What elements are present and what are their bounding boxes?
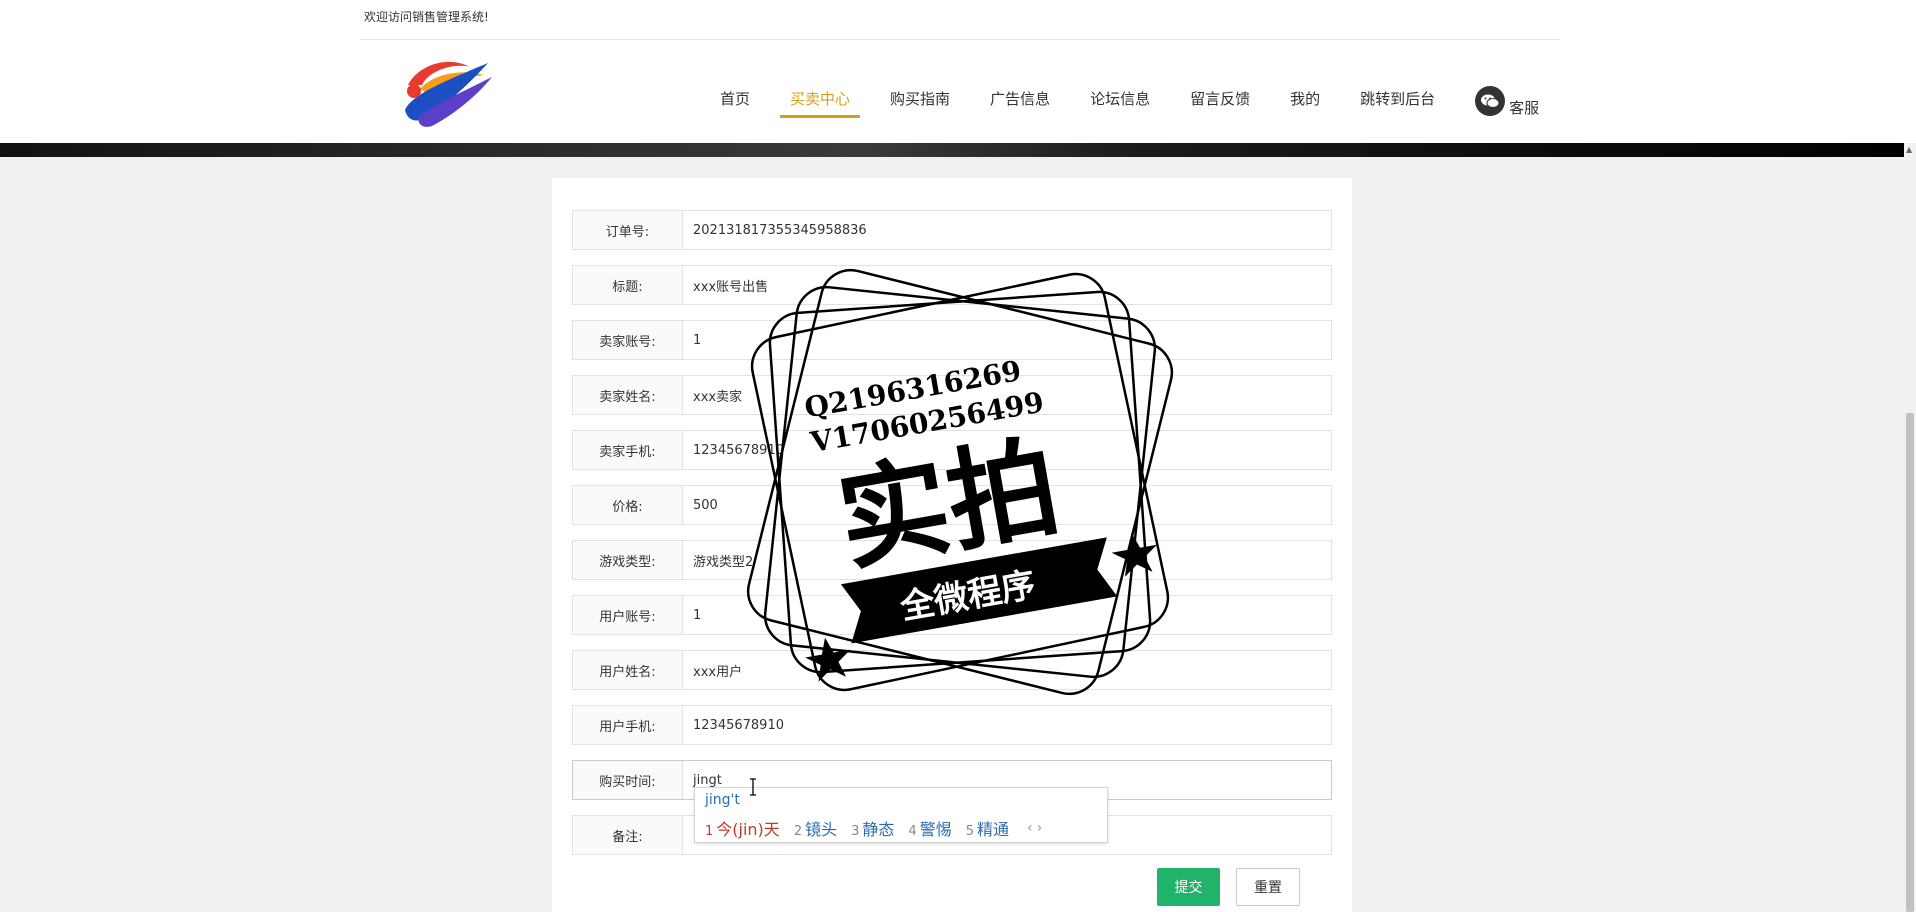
ime-candidate-3[interactable]: 3 静态 — [851, 816, 894, 840]
ime-candidate-4[interactable]: 4 警惕 — [908, 816, 951, 840]
order-no-input[interactable]: 202131817355345958836 — [683, 211, 1331, 249]
nav-trade-center[interactable]: 买卖中心 — [770, 88, 870, 118]
scroll-up-icon[interactable]: ▲ — [1906, 145, 1912, 154]
nav-purchase-guide[interactable]: 购买指南 — [870, 88, 970, 118]
seller-name-input[interactable]: xxx卖家 — [683, 376, 1331, 414]
field-seller-name: 卖家姓名: xxx卖家 — [572, 375, 1332, 415]
field-title: 标题: xxx账号出售 — [572, 265, 1332, 305]
field-label: 用户手机: — [573, 706, 683, 744]
field-order-no: 订单号: 202131817355345958836 — [572, 210, 1332, 250]
banner-strip — [0, 143, 1916, 157]
field-label: 用户姓名: — [573, 651, 683, 689]
ime-candidate-list: 1 今(jin)天 2 镜头 3 静态 4 警惕 5 精通 ‹ › — [705, 816, 1042, 840]
top-header: 欢迎访问销售管理系统! 首页 买卖中心 购买指南 广告信息 论坛信息 留言反馈 … — [0, 0, 1916, 143]
seller-account-input[interactable]: 1 — [683, 321, 1331, 359]
reset-button[interactable]: 重置 — [1236, 868, 1300, 906]
nav-home[interactable]: 首页 — [700, 88, 770, 118]
text-cursor-icon — [750, 778, 756, 796]
field-game-type: 游戏类型: 游戏类型2 — [572, 540, 1332, 580]
user-name-input[interactable]: xxx用户 — [683, 651, 1331, 689]
customer-service[interactable]: 客服 — [1475, 86, 1540, 118]
title-input[interactable]: xxx账号出售 — [683, 266, 1331, 304]
submit-button[interactable]: 提交 — [1157, 868, 1220, 906]
site-logo[interactable] — [400, 55, 495, 133]
field-user-phone: 用户手机: 12345678910 — [572, 705, 1332, 745]
field-seller-phone: 卖家手机: 12345678910 — [572, 430, 1332, 470]
nav-admin[interactable]: 跳转到后台 — [1340, 88, 1455, 118]
field-label: 卖家手机: — [573, 431, 683, 469]
field-price: 价格: 500 — [572, 485, 1332, 525]
field-user-name: 用户姓名: xxx用户 — [572, 650, 1332, 690]
ime-candidate-5[interactable]: 5 精通 — [966, 816, 1009, 840]
nav-forum[interactable]: 论坛信息 — [1070, 88, 1170, 118]
field-label: 订单号: — [573, 211, 683, 249]
field-label: 游戏类型: — [573, 541, 683, 579]
field-label: 标题: — [573, 266, 683, 304]
page-scrollbar[interactable]: ▲ — [1904, 143, 1916, 912]
ime-next-page-icon[interactable]: › — [1037, 820, 1043, 836]
user-account-input[interactable]: 1 — [683, 596, 1331, 634]
ime-candidate-2[interactable]: 2 镜头 — [794, 816, 837, 840]
field-label: 备注: — [573, 816, 683, 854]
nav-feedback[interactable]: 留言反馈 — [1170, 88, 1270, 118]
ime-prev-page-icon[interactable]: ‹ — [1027, 820, 1033, 836]
field-seller-account: 卖家账号: 1 — [572, 320, 1332, 360]
field-label: 卖家姓名: — [573, 376, 683, 414]
user-phone-input[interactable]: 12345678910 — [683, 706, 1331, 744]
game-type-input[interactable]: 游戏类型2 — [683, 541, 1331, 579]
ime-candidate-1[interactable]: 1 今(jin)天 — [705, 816, 780, 840]
field-label: 卖家账号: — [573, 321, 683, 359]
main-nav: 首页 买卖中心 购买指南 广告信息 论坛信息 留言反馈 我的 跳转到后台 客服 — [700, 86, 1540, 118]
price-input[interactable]: 500 — [683, 486, 1331, 524]
welcome-text: 欢迎访问销售管理系统! — [364, 10, 489, 24]
seller-phone-input[interactable]: 12345678910 — [683, 431, 1331, 469]
service-label: 客服 — [1509, 98, 1540, 117]
wechat-icon — [1475, 86, 1506, 116]
field-label: 价格: — [573, 486, 683, 524]
field-label: 用户账号: — [573, 596, 683, 634]
ime-composition: jing't — [705, 792, 740, 808]
field-label: 购买时间: — [573, 761, 683, 799]
scroll-thumb[interactable] — [1906, 413, 1914, 912]
nav-mine[interactable]: 我的 — [1270, 88, 1340, 118]
nav-ads[interactable]: 广告信息 — [970, 88, 1070, 118]
header-divider — [360, 39, 1560, 40]
field-user-account: 用户账号: 1 — [572, 595, 1332, 635]
